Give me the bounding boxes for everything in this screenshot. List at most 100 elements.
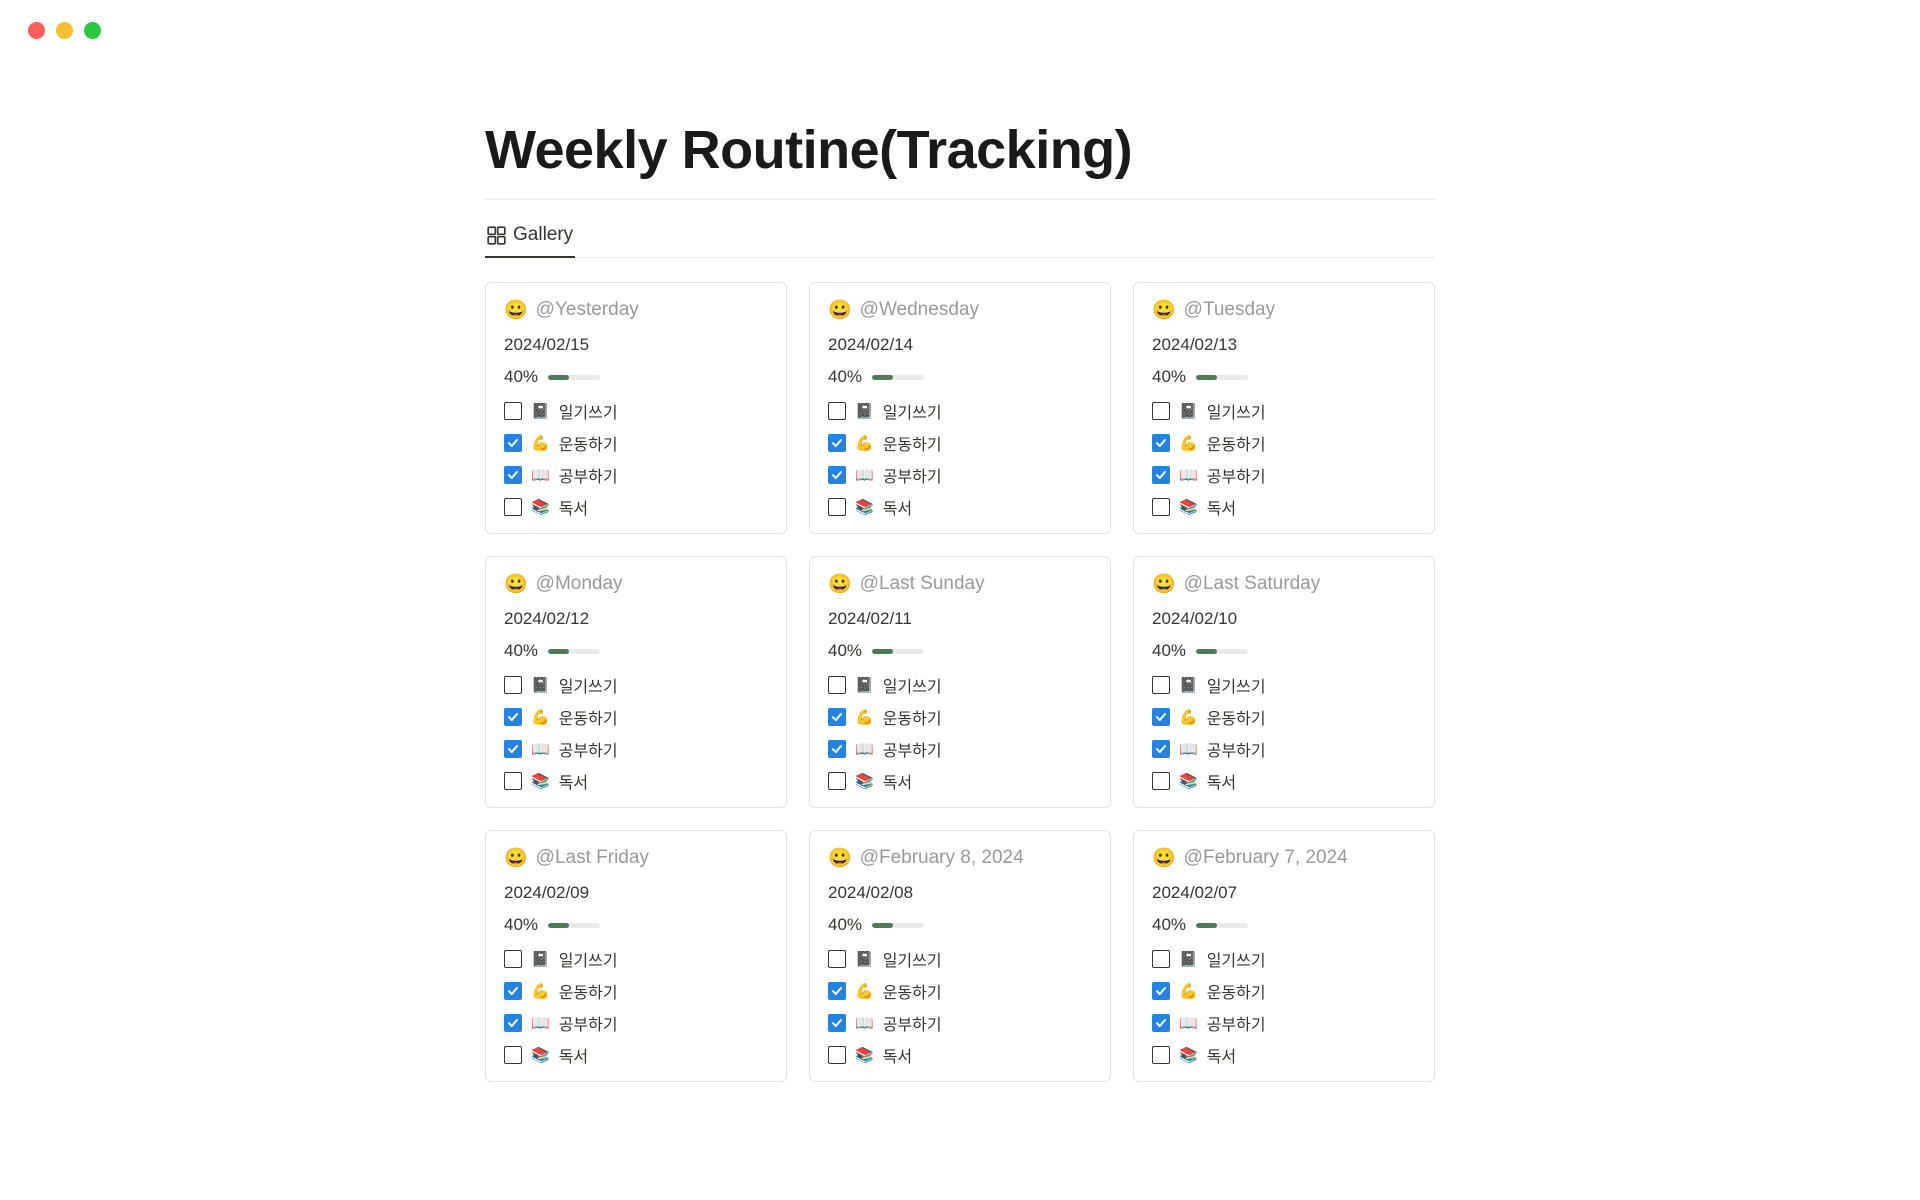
task-checkbox[interactable] [828,402,846,420]
progress-bar [1196,923,1248,928]
task-emoji-icon: 💪 [1179,434,1198,452]
task-label: 일기쓰기 [1207,673,1266,697]
card-title-row: 😀 @Last Saturday [1152,573,1416,595]
task-checkbox[interactable] [1152,772,1170,790]
task-checkbox[interactable] [504,1046,522,1064]
task-item: 📓일기쓰기 [504,673,768,697]
task-checkbox[interactable] [504,982,522,1000]
task-checkbox[interactable] [828,498,846,516]
task-checkbox[interactable] [1152,402,1170,420]
task-checkbox[interactable] [504,434,522,452]
task-checkbox[interactable] [828,982,846,1000]
task-emoji-icon: 📚 [531,1046,550,1064]
task-emoji-icon: 📓 [1179,402,1198,420]
task-item: 📖공부하기 [828,463,1092,487]
task-checkbox[interactable] [828,740,846,758]
task-checkbox[interactable] [504,402,522,420]
task-item: 📚독서 [828,769,1092,793]
task-checkbox[interactable] [1152,1046,1170,1064]
task-label: 일기쓰기 [559,947,618,971]
window-zoom-icon[interactable] [84,22,101,39]
card-relative-date: @Tuesday [1184,299,1275,321]
card-title-row: 😀@Last Friday [504,847,768,869]
task-checkbox[interactable] [828,708,846,726]
task-checkbox[interactable] [504,708,522,726]
window-close-icon[interactable] [28,22,45,39]
progress-row: 40% [1152,915,1416,935]
gallery-card[interactable]: 😀@Monday2024/02/1240%📓일기쓰기💪운동하기📖공부하기📚독서 [485,556,787,808]
task-checkbox[interactable] [1152,498,1170,516]
task-checkbox[interactable] [1152,950,1170,968]
card-date: 2024/02/10 [1152,609,1416,629]
task-item: 💪 운동하기 [828,705,1092,729]
card-relative-date: @Wednesday [860,299,979,321]
task-item: 📖공부하기 [828,1011,1092,1035]
task-checkbox[interactable] [504,772,522,790]
progress-bar [872,649,924,654]
progress-percent: 40% [504,641,538,661]
task-checkbox[interactable] [828,1046,846,1064]
task-checkbox[interactable] [504,466,522,484]
card-relative-date: @Monday [536,573,623,595]
progress-percent: 40% [1152,915,1186,935]
smile-icon: 😀 [828,849,852,868]
task-emoji-icon: 📚 [531,498,550,516]
card-relative-date: @Last Friday [536,847,649,869]
task-emoji-icon: 📓 [855,676,874,694]
task-checkbox[interactable] [1152,708,1170,726]
gallery-card[interactable]: 😀@February 7, 20242024/02/0740%📓일기쓰기💪운동하… [1133,830,1435,1082]
task-checkbox[interactable] [1152,740,1170,758]
task-label: 독서 [559,769,588,793]
card-relative-date: @Last Saturday [1184,573,1321,595]
card-title-row: 😀@February 7, 2024 [1152,847,1416,869]
gallery-card[interactable]: 😀@Last Sunday2024/02/1140%📓일기쓰기💪운동하기📖공부하… [809,556,1111,808]
task-checkbox[interactable] [828,950,846,968]
task-checkbox[interactable] [1152,676,1170,694]
task-item: 📓일기쓰기 [1152,399,1416,423]
gallery-card[interactable]: 😀@Last Saturday2024/02/1040%📓일기쓰기💪운동하기📖공… [1133,556,1435,808]
task-label: 일기쓰기 [883,673,942,697]
task-checkbox[interactable] [504,676,522,694]
task-checkbox[interactable] [1152,434,1170,452]
tab-gallery[interactable]: Gallery [485,218,575,258]
progress-percent: 40% [828,915,862,935]
task-checkbox[interactable] [1152,1014,1170,1032]
view-tabs: Gallery [485,218,1435,258]
task-label: 독서 [883,495,912,519]
task-checkbox[interactable] [828,1014,846,1032]
gallery-card[interactable]: 😀@Wednesday2024/02/1440%📓일기쓰기💪운동하기📖공부하기📚… [809,282,1111,534]
task-checkbox[interactable] [828,772,846,790]
card-title-row: 😀@Yesterday [504,299,768,321]
task-label: 독서 [883,769,912,793]
task-checkbox[interactable] [504,1014,522,1032]
progress-fill [1196,649,1217,654]
task-emoji-icon: 📓 [855,950,874,968]
smile-icon: 😀 [828,575,852,594]
task-item: 📖공부하기 [504,737,768,761]
task-label: 운동하기 [883,705,942,729]
task-checkbox[interactable] [828,466,846,484]
task-checkbox[interactable] [504,740,522,758]
progress-percent: 40% [504,915,538,935]
task-item: 📖공부하기 [1152,737,1416,761]
gallery-card[interactable]: 😀@February 8, 20242024/02/0840%📓일기쓰기💪운동하… [809,830,1111,1082]
task-emoji-icon: 💪 [855,708,874,726]
gallery-card[interactable]: 😀@Last Friday2024/02/0940%📓일기쓰기💪운동하기📖공부하… [485,830,787,1082]
task-checkbox[interactable] [1152,982,1170,1000]
task-checkbox[interactable] [828,676,846,694]
smile-icon: 😀 [1152,575,1176,594]
task-checkbox[interactable] [828,434,846,452]
task-emoji-icon: 📖 [1179,466,1198,484]
task-checkbox[interactable] [504,498,522,516]
task-item: 📓일기쓰기 [1152,947,1416,971]
task-label: 공부하기 [1207,1011,1266,1035]
card-title-row: 😀@Tuesday [1152,299,1416,321]
task-list: 📓일기쓰기💪운동하기📖공부하기📚독서 [1152,947,1416,1067]
gallery-card[interactable]: 😀@Yesterday2024/02/1540%📓일기쓰기💪운동하기📖공부하기📚… [485,282,787,534]
task-checkbox[interactable] [504,950,522,968]
task-checkbox[interactable] [1152,466,1170,484]
task-emoji-icon: 📚 [1179,498,1198,516]
gallery-card[interactable]: 😀@Tuesday2024/02/1340%📓일기쓰기💪운동하기📖공부하기📚독서 [1133,282,1435,534]
task-label: 운동하기 [883,431,942,455]
window-minimize-icon[interactable] [56,22,73,39]
